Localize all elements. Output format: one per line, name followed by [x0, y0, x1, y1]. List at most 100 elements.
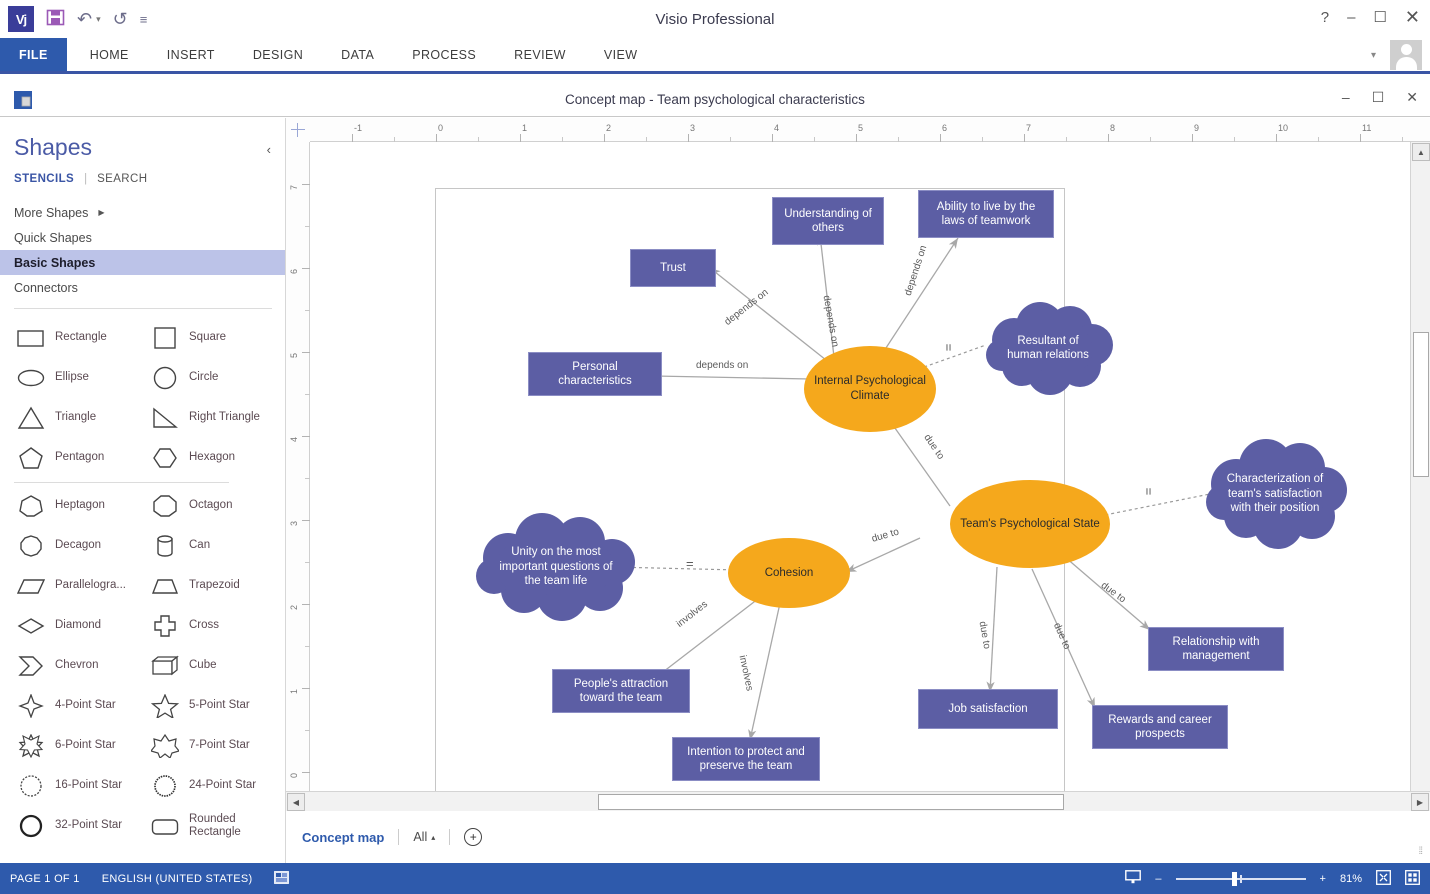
shape-item-circle[interactable]: Circle — [134, 358, 268, 398]
ruler-tick — [1192, 134, 1193, 142]
node-personal-characteristics[interactable]: Personal characteristics — [528, 352, 662, 396]
node-internal-psychological-climate[interactable]: Internal Psychological Climate — [804, 346, 936, 432]
zoom-in-button[interactable]: + — [1320, 873, 1326, 885]
document-minimize-button[interactable]: – — [1342, 90, 1350, 104]
tab-file[interactable]: FILE — [0, 38, 67, 71]
node-resultant-of-human-relations[interactable]: Resultant of human relations — [980, 300, 1116, 396]
shape-item-can[interactable]: Can — [134, 526, 268, 566]
shape-row: 4-Point Star 5-Point Star — [0, 686, 285, 726]
add-page-button[interactable]: + — [464, 828, 483, 846]
tab-home[interactable]: HOME — [71, 38, 148, 71]
shape-item-7-point-star[interactable]: 7-Point Star — [134, 726, 268, 766]
shape-item-pentagon[interactable]: Pentagon — [0, 438, 134, 478]
scroll-up-icon[interactable]: ▲ — [1412, 143, 1430, 161]
shape-item-diamond[interactable]: Diamond — [0, 606, 134, 646]
presentation-icon[interactable] — [1125, 870, 1142, 887]
fit-page-icon[interactable] — [1376, 869, 1391, 888]
vertical-scrollbar[interactable]: ▲ ▼ — [1410, 142, 1430, 811]
node-job-satisfaction[interactable]: Job satisfaction — [918, 689, 1058, 729]
shape-row: Decagon Can — [0, 526, 285, 566]
shape-item-square[interactable]: Square — [134, 318, 268, 358]
shape-item-heptagon[interactable]: Heptagon — [0, 486, 134, 526]
resize-grip-icon[interactable]: ⁞⁞ — [1418, 846, 1422, 857]
node-peoples-attraction-toward-team[interactable]: People's attraction toward the team — [552, 669, 690, 713]
ruler-origin-icon[interactable] — [286, 118, 310, 142]
stencil-label: Quick Shapes — [14, 230, 92, 245]
zoom-slider[interactable] — [1175, 871, 1306, 886]
stencil-item-quick-shapes[interactable]: Quick Shapes — [0, 225, 285, 250]
shape-item-parallelogram[interactable]: Parallelogra... — [0, 566, 134, 606]
node-characterization-of-satisfaction[interactable]: Characterization of team's satisfaction … — [1200, 436, 1350, 552]
document-restore-button[interactable]: ☐ — [1372, 90, 1385, 104]
shape-item-hexagon[interactable]: Hexagon — [134, 438, 268, 478]
shape-item-octagon[interactable]: Octagon — [134, 486, 268, 526]
drawing-viewport[interactable]: Trust Understanding of others Ability to… — [310, 142, 1406, 811]
shape-item-24-point-star[interactable]: 24-Point Star — [134, 766, 268, 806]
shape-item-decagon[interactable]: Decagon — [0, 526, 134, 566]
tab-view[interactable]: VIEW — [585, 38, 657, 71]
shape-label: Circle — [189, 371, 219, 384]
zoom-out-button[interactable]: – — [1155, 873, 1161, 885]
fit-window-icon[interactable] — [1405, 869, 1420, 888]
user-avatar[interactable] — [1390, 40, 1422, 70]
stencil-item-connectors[interactable]: Connectors — [0, 275, 285, 300]
node-rewards-and-career-prospects[interactable]: Rewards and career prospects — [1092, 705, 1228, 749]
node-intention-to-protect-team[interactable]: Intention to protect and preserve the te… — [672, 737, 820, 781]
stencils-tab[interactable]: STENCILS — [14, 173, 74, 185]
shape-item-6-point-star[interactable]: 6-Point Star — [0, 726, 134, 766]
tab-design[interactable]: DESIGN — [234, 38, 322, 71]
zoom-slider-thumb[interactable] — [1231, 871, 1237, 886]
shape-item-chevron[interactable]: Chevron — [0, 646, 134, 686]
node-understanding-of-others[interactable]: Understanding of others — [772, 197, 884, 245]
horizontal-scrollbar[interactable]: ◀ ▶ — [286, 791, 1430, 811]
vertical-scroll-thumb[interactable] — [1413, 332, 1429, 477]
stencil-item-more-shapes[interactable]: More Shapes ▶ — [0, 200, 285, 225]
tab-review[interactable]: REVIEW — [495, 38, 585, 71]
tab-insert[interactable]: INSERT — [148, 38, 234, 71]
shape-label: 32-Point Star — [55, 819, 123, 832]
node-relationship-with-management[interactable]: Relationship with management — [1148, 627, 1284, 671]
cube-icon — [150, 652, 180, 680]
shape-row: 16-Point Star 24-Point Star — [0, 766, 285, 806]
all-pages-button[interactable]: All ▴ — [413, 830, 435, 844]
shape-item-16-point-star[interactable]: 16-Point Star — [0, 766, 134, 806]
node-teams-psychological-state[interactable]: Team's Psychological State — [950, 480, 1110, 568]
right-triangle-icon — [150, 404, 180, 432]
shape-item-32-point-star[interactable]: 32-Point Star — [0, 806, 134, 846]
ribbon-collapse-icon[interactable]: ▾ — [1371, 50, 1376, 61]
node-trust[interactable]: Trust — [630, 249, 716, 287]
horizontal-scroll-thumb[interactable] — [598, 794, 1064, 810]
shape-item-right-triangle[interactable]: Right Triangle — [134, 398, 268, 438]
page-tab-concept-map[interactable]: Concept map — [302, 830, 384, 845]
minimize-button[interactable]: – — [1347, 10, 1355, 25]
shape-item-ellipse[interactable]: Ellipse — [0, 358, 134, 398]
close-button[interactable]: ✕ — [1405, 8, 1420, 26]
shape-item-cube[interactable]: Cube — [134, 646, 268, 686]
tab-data[interactable]: DATA — [322, 38, 393, 71]
collapse-panel-icon[interactable]: ‹ — [267, 142, 271, 157]
node-cohesion[interactable]: Cohesion — [728, 538, 850, 608]
search-tab[interactable]: SEARCH — [97, 173, 147, 185]
language-indicator[interactable]: ENGLISH (UNITED STATES) — [102, 873, 253, 885]
shape-item-5-point-star[interactable]: 5-Point Star — [134, 686, 268, 726]
shape-item-rounded-rectangle[interactable]: Rounded Rectangle — [134, 806, 268, 846]
macro-icon[interactable] — [274, 870, 290, 887]
shape-item-4-point-star[interactable]: 4-Point Star — [0, 686, 134, 726]
help-button[interactable]: ? — [1321, 10, 1329, 25]
node-unity-on-most-important-questions[interactable]: Unity on the most important questions of… — [470, 512, 642, 622]
shape-item-trapezoid[interactable]: Trapezoid — [134, 566, 268, 606]
shape-item-cross[interactable]: Cross — [134, 606, 268, 646]
tab-process[interactable]: PROCESS — [393, 38, 495, 71]
zoom-level[interactable]: 81% — [1340, 873, 1362, 885]
shape-item-triangle[interactable]: Triangle — [0, 398, 134, 438]
vertical-ruler[interactable]: 7 6 5 4 3 2 1 0 — [286, 142, 310, 815]
shape-item-rectangle[interactable]: Rectangle — [0, 318, 134, 358]
node-ability-to-live-by-laws[interactable]: Ability to live by the laws of teamwork — [918, 190, 1054, 238]
octagon-icon — [150, 492, 180, 520]
horizontal-ruler[interactable]: -1 0 1 2 3 4 5 6 7 8 9 10 11 — [286, 118, 1430, 142]
scroll-left-icon[interactable]: ◀ — [287, 793, 305, 811]
scroll-right-icon[interactable]: ▶ — [1411, 793, 1429, 811]
document-close-button[interactable]: ✕ — [1406, 90, 1418, 104]
restore-button[interactable]: ☐ — [1373, 10, 1386, 25]
stencil-item-basic-shapes[interactable]: Basic Shapes — [0, 250, 285, 275]
